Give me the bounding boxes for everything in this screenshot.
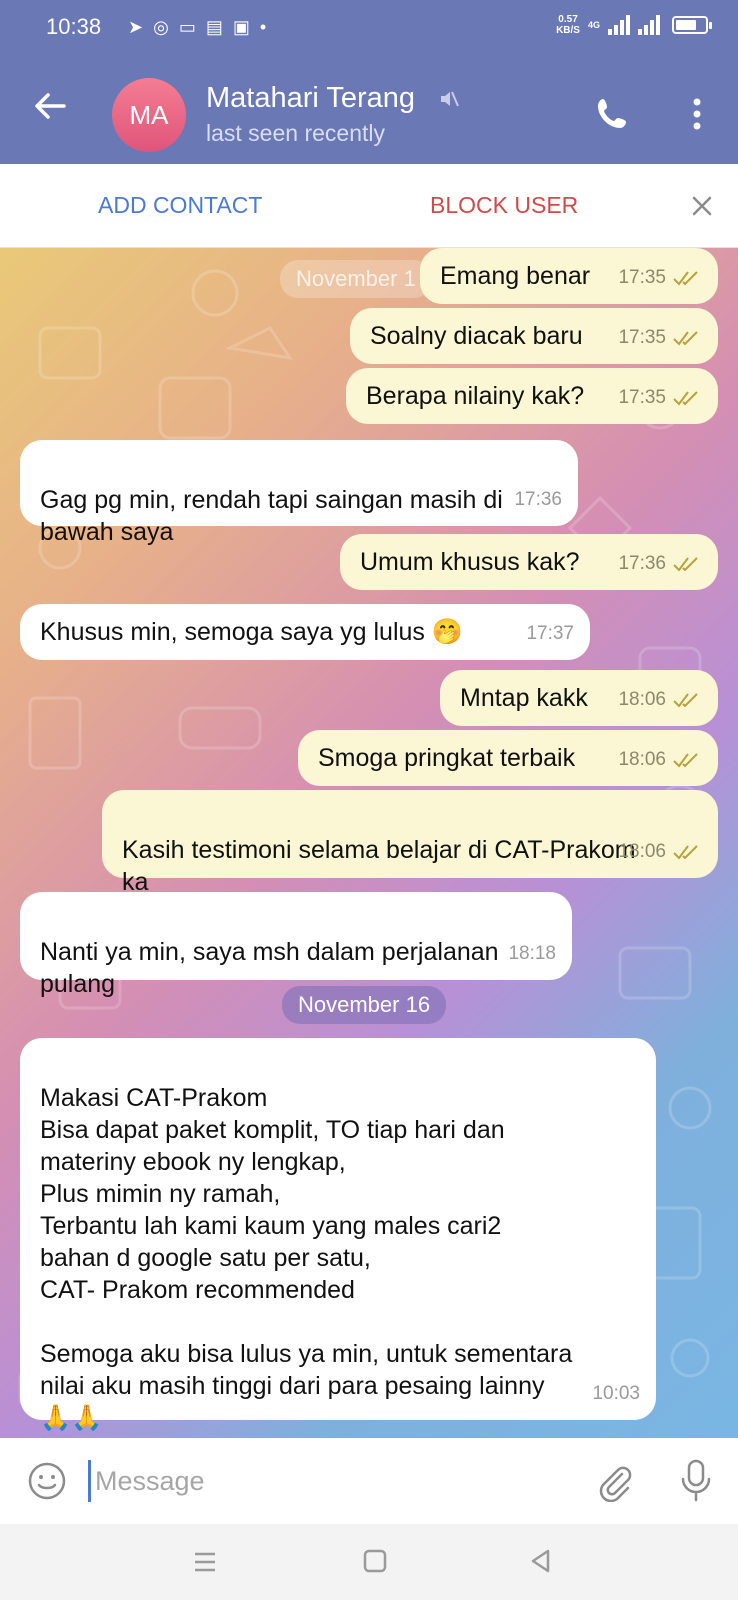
net-speed: 0.57 KB/S	[556, 14, 580, 36]
status-time: 10:38	[46, 14, 102, 39]
add-contact-button[interactable]: ADD CONTACT	[98, 192, 262, 219]
back-arrow-icon[interactable]	[30, 86, 70, 126]
dot-icon: •	[259, 17, 267, 37]
contact-action-bar: ADD CONTACT BLOCK USER	[0, 164, 738, 248]
last-seen-status: last seen recently	[206, 120, 385, 146]
telegram-icon: ➤	[128, 17, 144, 37]
message-time: 18:06	[618, 749, 666, 770]
message-time: 17:35	[618, 267, 666, 288]
message-meta: 17:37	[526, 618, 574, 650]
system-navigation-bar	[0, 1524, 738, 1600]
recent-apps-icon[interactable]	[192, 1550, 218, 1574]
read-ticks-icon	[673, 753, 698, 768]
read-ticks-icon	[673, 331, 698, 346]
message-time: 18:06	[618, 841, 666, 862]
message-text: Khusus min, semoga saya yg lulus 🤭	[40, 618, 463, 646]
attach-icon[interactable]	[592, 1460, 634, 1502]
message-meta: 17:36	[514, 484, 562, 516]
message-time: 18:18	[508, 943, 556, 964]
card-icon: ▤	[205, 17, 223, 37]
message-text: Berapa nilainy kak?	[366, 382, 585, 410]
message-time: 17:35	[618, 327, 666, 348]
date-separator: November 1	[280, 260, 432, 298]
system-indicators: 0.57 KB/S 4G	[556, 14, 712, 36]
message-meta: 17:36	[618, 548, 702, 580]
back-triangle-icon[interactable]	[528, 1548, 554, 1574]
chat-header: MA Matahari Terang last seen recently	[0, 56, 738, 164]
message-bubble-outgoing[interactable]: Mntap kakk 18:06	[440, 670, 718, 726]
mute-icon	[441, 91, 459, 107]
message-meta: 18:06	[618, 744, 702, 776]
message-time: 17:35	[618, 387, 666, 408]
message-meta: 18:06	[618, 836, 702, 868]
microphone-icon[interactable]	[676, 1458, 716, 1504]
read-ticks-icon	[673, 693, 698, 708]
message-bubble-outgoing[interactable]: Emang benar 17:35	[420, 248, 718, 304]
message-time: 17:36	[618, 553, 666, 574]
app-icon: ▭	[178, 17, 196, 37]
date-separator: November 16	[282, 986, 447, 1024]
message-bubble-incoming[interactable]: Nanti ya min, saya msh dalam perjalanan …	[20, 892, 572, 998]
message-bubble-outgoing[interactable]: Kasih testimoni selama belajar di CAT-Pr…	[102, 790, 718, 896]
network-type: 4G	[587, 20, 600, 30]
message-time: 10:03	[592, 1383, 640, 1404]
message-time: 17:37	[526, 623, 574, 644]
message-bubble-outgoing[interactable]: Smoga pringkat terbaik 18:06	[298, 730, 718, 786]
message-time: 17:36	[514, 489, 562, 510]
message-bubble-incoming[interactable]: Makasi CAT-Prakom Bisa dapat paket kompl…	[20, 1038, 656, 1432]
whatsapp-icon: ◎	[153, 17, 169, 37]
status-bar: 10:38 ➤ ◎ ▭ ▤ ▣ • 0.57 KB/S 4G	[0, 0, 738, 56]
avatar[interactable]: MA	[112, 78, 186, 152]
phone-icon[interactable]	[592, 94, 632, 134]
read-ticks-icon	[673, 557, 698, 572]
block-user-button[interactable]: BLOCK USER	[430, 192, 578, 219]
message-composer	[0, 1438, 738, 1524]
battery-icon	[672, 16, 712, 34]
contact-name[interactable]: Matahari Terang	[206, 82, 415, 115]
read-ticks-icon	[673, 845, 698, 860]
close-icon[interactable]	[690, 194, 714, 218]
message-bubble-incoming[interactable]: Khusus min, semoga saya yg lulus 🤭 17:37	[20, 604, 590, 660]
home-icon[interactable]	[362, 1548, 388, 1574]
message-bubble-outgoing[interactable]: Umum khusus kak? 17:36	[340, 534, 718, 590]
signal-icon-2	[638, 15, 660, 35]
more-vertical-icon[interactable]	[682, 94, 712, 134]
message-bubble-outgoing[interactable]: Berapa nilainy kak? 17:35	[346, 368, 718, 424]
message-bubble-outgoing[interactable]: Soalny diacak baru 17:35	[350, 308, 718, 364]
message-meta: 18:06	[618, 684, 702, 716]
read-ticks-icon	[673, 391, 698, 406]
message-meta: 17:35	[618, 322, 702, 354]
read-ticks-icon	[673, 271, 698, 286]
message-meta: 17:35	[618, 382, 702, 414]
message-meta: 18:18	[508, 938, 556, 970]
shopee-icon: ▣	[232, 17, 250, 37]
notification-icons: ➤ ◎ ▭ ▤ ▣ •	[128, 14, 266, 40]
message-time: 18:06	[618, 689, 666, 710]
message-text: Makasi CAT-Prakom Bisa dapat paket kompl…	[40, 1084, 573, 1432]
message-text: Mntap kakk	[460, 684, 588, 712]
message-meta: 17:35	[618, 262, 702, 294]
message-bubble-incoming[interactable]: Gag pg min, rendah tapi saingan masih di…	[20, 440, 578, 546]
chat-history[interactable]: November 1 Emang benar 17:35 Soalny diac…	[0, 248, 738, 1438]
message-meta: 10:03	[592, 1378, 640, 1410]
emoji-icon[interactable]	[26, 1460, 68, 1502]
message-input[interactable]	[88, 1460, 558, 1502]
message-text: Umum khusus kak?	[360, 548, 580, 576]
message-text: Soalny diacak baru	[370, 322, 583, 350]
message-text: Emang benar	[440, 262, 591, 290]
message-text: Smoga pringkat terbaik	[318, 744, 576, 772]
signal-icon	[608, 15, 630, 35]
